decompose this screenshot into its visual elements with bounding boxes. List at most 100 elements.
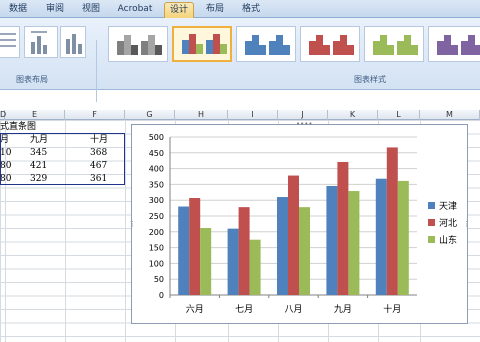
style-thumb-bar <box>252 35 259 55</box>
column-header-i[interactable]: I <box>228 110 278 120</box>
y-tick-label: 300 <box>149 196 164 205</box>
embedded-column-chart[interactable]: •••• ⋮ ⋮ 0 50 100 150 200 250 300 350 400 450 500 六… <box>129 121 470 324</box>
style-thumb-bar <box>333 41 340 55</box>
legend-swatch <box>428 202 435 209</box>
bar-河北 <box>189 197 201 295</box>
y-tick-label: 250 <box>149 212 164 221</box>
style-thumb-bar <box>189 34 196 54</box>
resize-handle-left[interactable]: ⋮ <box>129 221 136 228</box>
bar-天津 <box>227 228 239 295</box>
bar-山东 <box>397 180 409 295</box>
legend-label: 天津 <box>439 201 457 212</box>
legend-swatch <box>428 219 435 226</box>
resize-handle-right[interactable]: ⋮ <box>463 221 470 228</box>
bar-山东 <box>249 239 261 295</box>
chart-styles-group-label: 图表样式 <box>354 75 386 84</box>
y-tick-label: 200 <box>149 228 164 237</box>
legend-swatch <box>428 236 435 243</box>
chart-style-option-1[interactable] <box>108 26 168 62</box>
x-category-label: 十月 <box>383 303 401 315</box>
style-thumb-bar <box>259 45 266 55</box>
bar-天津 <box>178 206 190 295</box>
y-tick-label: 500 <box>149 133 164 142</box>
style-thumb-bar <box>397 41 404 55</box>
tab-format[interactable]: 格式 <box>236 2 266 18</box>
style-thumb-bar <box>309 41 316 55</box>
ribbon-tab-bar: 数据 审阅 视图 Acrobat 设计 布局 格式 <box>0 0 480 18</box>
y-tick-label: 400 <box>149 165 164 174</box>
bar-河北 <box>337 161 349 295</box>
style-thumb-bar <box>283 45 290 55</box>
column-header-g[interactable]: G <box>125 110 175 120</box>
column-header-j[interactable]: J <box>278 110 328 120</box>
bar-天津 <box>375 178 387 295</box>
style-thumb-bar <box>404 35 411 55</box>
column-header-e[interactable]: E <box>5 110 65 120</box>
tab-view[interactable]: 视图 <box>76 2 106 18</box>
style-thumb-bar <box>411 45 418 55</box>
chart-styles-group: 图表样式 <box>102 20 480 88</box>
x-category-label: 九月 <box>334 304 352 315</box>
style-thumb-bar <box>148 35 155 55</box>
column-header-row: D E F G H I J K L M <box>0 110 480 120</box>
sheet-title-cell[interactable]: 式直条图 <box>0 121 36 133</box>
resize-handle-top[interactable]: •••• <box>296 121 313 128</box>
style-thumb-bar <box>245 41 252 55</box>
legend-label: 山东 <box>439 234 457 246</box>
chart-style-option-6[interactable] <box>428 26 480 62</box>
column-header-k[interactable]: K <box>328 110 378 120</box>
style-thumb-bar <box>451 45 458 55</box>
style-thumb-bar <box>437 41 444 55</box>
style-thumb-bar <box>316 35 323 55</box>
column-header-l[interactable]: L <box>378 110 420 120</box>
chart-layout-group: 图表布局 <box>0 20 92 88</box>
y-tick-label: 100 <box>149 259 164 268</box>
chart-layout-option-1[interactable] <box>0 26 20 58</box>
y-tick-label: 350 <box>149 180 164 189</box>
bar-山东 <box>299 207 310 295</box>
chart-layout-option-3[interactable] <box>60 26 86 58</box>
style-thumb-bar <box>117 41 124 55</box>
style-thumb-bar <box>141 41 148 55</box>
selected-data-range <box>0 133 125 185</box>
ribbon-group-separator <box>96 40 97 102</box>
style-thumb-bar <box>461 41 468 55</box>
y-tick-label: 0 <box>159 291 164 300</box>
chart-style-option-5[interactable] <box>364 26 424 62</box>
bar-天津 <box>277 197 288 295</box>
style-thumb-bar <box>323 45 330 55</box>
column-header-h[interactable]: H <box>175 110 228 120</box>
x-category-label: 八月 <box>284 304 302 315</box>
style-thumb-bar <box>373 41 380 55</box>
tab-review[interactable]: 审阅 <box>40 2 70 18</box>
tab-layout[interactable]: 布局 <box>200 2 230 18</box>
column-header-m[interactable]: M <box>420 110 480 120</box>
x-category-label: 七月 <box>235 304 253 315</box>
style-thumb-bar <box>131 45 138 55</box>
style-thumb-bar <box>444 35 451 55</box>
chart-plot-svg: 0 50 100 150 200 250 300 350 400 450 500 六月 七月 八月 九月 十月… <box>149 133 457 315</box>
bar-河北 <box>288 175 299 295</box>
chart-layout-option-2[interactable] <box>24 26 58 58</box>
column-header-f[interactable]: F <box>65 110 125 120</box>
chart-style-option-2[interactable] <box>172 26 232 62</box>
bar-河北 <box>238 207 250 295</box>
style-thumb-bar <box>347 45 354 55</box>
tab-acrobat[interactable]: Acrobat <box>112 2 158 18</box>
ribbon-design: 图表布局 图表样式 <box>0 18 480 102</box>
chart-style-option-3[interactable] <box>236 26 296 62</box>
chart-style-option-4[interactable] <box>300 26 360 62</box>
style-thumb-bar <box>468 35 475 55</box>
style-thumb-bar <box>213 34 220 54</box>
style-thumb-bar <box>124 35 131 55</box>
style-thumb-bar <box>155 45 162 55</box>
style-thumb-bar <box>475 45 480 55</box>
tab-design[interactable]: 设计 <box>164 2 194 18</box>
style-thumb-bar <box>206 40 213 54</box>
style-thumb-bar <box>340 35 347 55</box>
y-tick-label: 50 <box>154 275 164 284</box>
style-thumb-bar <box>276 35 283 55</box>
bar-山东 <box>200 228 212 295</box>
tab-data[interactable]: 数据 <box>2 2 34 18</box>
chart-layout-group-label: 图表布局 <box>16 75 48 84</box>
